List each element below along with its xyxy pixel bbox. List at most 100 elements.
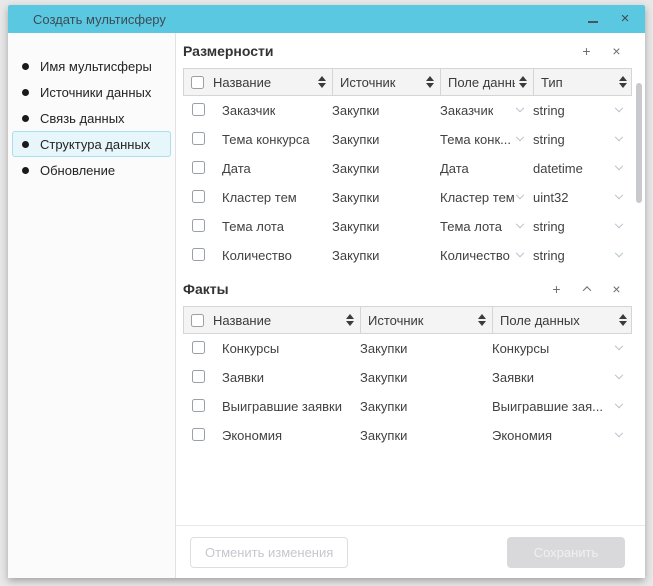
sort-icon[interactable] — [314, 76, 326, 88]
chevron-down-icon — [516, 190, 524, 198]
selected-value: Тема конк... — [440, 132, 511, 147]
row-name: Количество — [222, 248, 292, 263]
column-label: Источник — [368, 313, 424, 328]
field-select[interactable]: Тема лота — [440, 212, 533, 241]
name-cell: Выигравшие заявки — [183, 392, 360, 421]
checkbox-wrap — [192, 248, 205, 264]
select-all-facts-checkbox[interactable] — [191, 314, 204, 327]
column-label: Поле данных — [448, 75, 515, 90]
sort-icon[interactable] — [474, 314, 486, 326]
facts-table-body: КонкурсыЗакупкиКонкурсыЗаявкиЗакупкиЗаяв… — [183, 334, 645, 450]
dimensions-col-type: Тип — [534, 69, 633, 95]
selected-value: string — [533, 132, 565, 147]
selected-value: Заказчик — [440, 103, 493, 118]
source-cell: Закупки — [332, 241, 440, 270]
chevron-up-icon — [582, 286, 590, 294]
field-select[interactable]: Экономия — [492, 421, 632, 450]
source-cell: Закупки — [360, 392, 492, 421]
close-window-button[interactable]: × — [617, 11, 633, 27]
type-select[interactable]: uint32 — [533, 183, 632, 212]
create-multisphere-dialog: Создать мультисферу × Имя мультисферыИст… — [8, 5, 645, 578]
row-name: Заказчик — [222, 103, 275, 118]
row-checkbox[interactable] — [192, 399, 205, 412]
field-select[interactable]: Тема конк... — [440, 125, 533, 154]
field-select[interactable]: Заказчик — [440, 96, 533, 125]
row-checkbox[interactable] — [192, 248, 205, 261]
facts-actions: + × — [550, 283, 623, 296]
sidebar-item[interactable]: Имя мультисферы — [12, 53, 171, 79]
sort-icon[interactable] — [342, 314, 354, 326]
source-cell: Закупки — [332, 154, 440, 183]
dialog-footer: Отменить изменения Сохранить — [176, 525, 645, 578]
sidebar-item[interactable]: Обновление — [12, 157, 171, 183]
sidebar-item[interactable]: Источники данных — [12, 79, 171, 105]
selected-value: string — [533, 219, 565, 234]
type-select[interactable]: datetime — [533, 154, 632, 183]
name-cell: Тема конкурса — [183, 125, 332, 154]
dimensions-section-header: Размерности + × — [183, 41, 645, 61]
facts-col-name: Название — [184, 307, 361, 333]
selected-value: Экономия — [492, 428, 552, 443]
sort-icon[interactable] — [422, 76, 434, 88]
name-cell: Заявки — [183, 363, 360, 392]
sidebar-item[interactable]: Связь данных — [12, 105, 171, 131]
selected-value: string — [533, 248, 565, 263]
row-checkbox[interactable] — [192, 103, 205, 116]
field-select[interactable]: Кластер тем — [440, 183, 533, 212]
name-cell: Количество — [183, 241, 332, 270]
row-name: Тема лота — [222, 219, 284, 234]
checkbox-wrap — [192, 161, 205, 177]
remove-dimension-button[interactable]: × — [610, 45, 623, 58]
dimensions-col-name: Название — [184, 69, 333, 95]
selected-value: Заявки — [492, 370, 534, 385]
field-select[interactable]: Количество — [440, 241, 533, 270]
row-checkbox[interactable] — [192, 341, 205, 354]
cancel-changes-button[interactable]: Отменить изменения — [190, 537, 348, 568]
chevron-down-icon — [516, 219, 524, 227]
bullet-icon — [22, 115, 29, 122]
row-checkbox[interactable] — [192, 370, 205, 383]
selected-value: Дата — [440, 161, 469, 176]
field-select[interactable]: Дата — [440, 154, 533, 183]
row-checkbox[interactable] — [192, 428, 205, 441]
sort-icon[interactable] — [615, 314, 627, 326]
remove-fact-button[interactable]: × — [610, 283, 623, 296]
type-select[interactable]: string — [533, 241, 632, 270]
source-cell: Закупки — [332, 183, 440, 212]
sidebar-item-label: Источники данных — [40, 85, 151, 100]
field-select[interactable]: Выигравшие зая... — [492, 392, 632, 421]
selected-value: uint32 — [533, 190, 568, 205]
sort-icon[interactable] — [515, 76, 527, 88]
row-checkbox[interactable] — [192, 161, 205, 174]
type-select[interactable]: string — [533, 96, 632, 125]
chevron-down-icon — [516, 132, 524, 140]
selected-value: Количество — [440, 248, 510, 263]
chevron-down-icon — [615, 248, 623, 256]
sidebar-item[interactable]: Структура данных — [12, 131, 171, 157]
dimensions-table-header: Название Источник Поле данных Тип — [183, 68, 632, 96]
type-select[interactable]: string — [533, 212, 632, 241]
chevron-down-icon — [615, 341, 623, 349]
minimize-button[interactable] — [585, 11, 601, 27]
collapse-facts-button[interactable] — [580, 283, 593, 296]
add-fact-button[interactable]: + — [550, 283, 563, 296]
save-button[interactable]: Сохранить — [507, 537, 625, 568]
source-cell: Закупки — [360, 363, 492, 392]
row-checkbox[interactable] — [192, 219, 205, 232]
type-select[interactable]: string — [533, 125, 632, 154]
field-select[interactable]: Заявки — [492, 363, 632, 392]
sort-icon[interactable] — [615, 76, 627, 88]
chevron-down-icon — [615, 190, 623, 198]
row-checkbox[interactable] — [192, 190, 205, 203]
selected-value: Выигравшие зая... — [492, 399, 603, 414]
dimensions-title: Размерности — [183, 43, 274, 59]
page-background: Создать мультисферу × Имя мультисферыИст… — [0, 0, 653, 586]
add-dimension-button[interactable]: + — [580, 45, 593, 58]
row-name: Конкурсы — [222, 341, 279, 356]
row-name: Экономия — [222, 428, 282, 443]
checkbox-wrap — [192, 428, 205, 444]
vertical-scrollbar-thumb[interactable] — [636, 83, 642, 203]
select-all-dimensions-checkbox[interactable] — [191, 76, 204, 89]
field-select[interactable]: Конкурсы — [492, 334, 632, 363]
row-checkbox[interactable] — [192, 132, 205, 145]
